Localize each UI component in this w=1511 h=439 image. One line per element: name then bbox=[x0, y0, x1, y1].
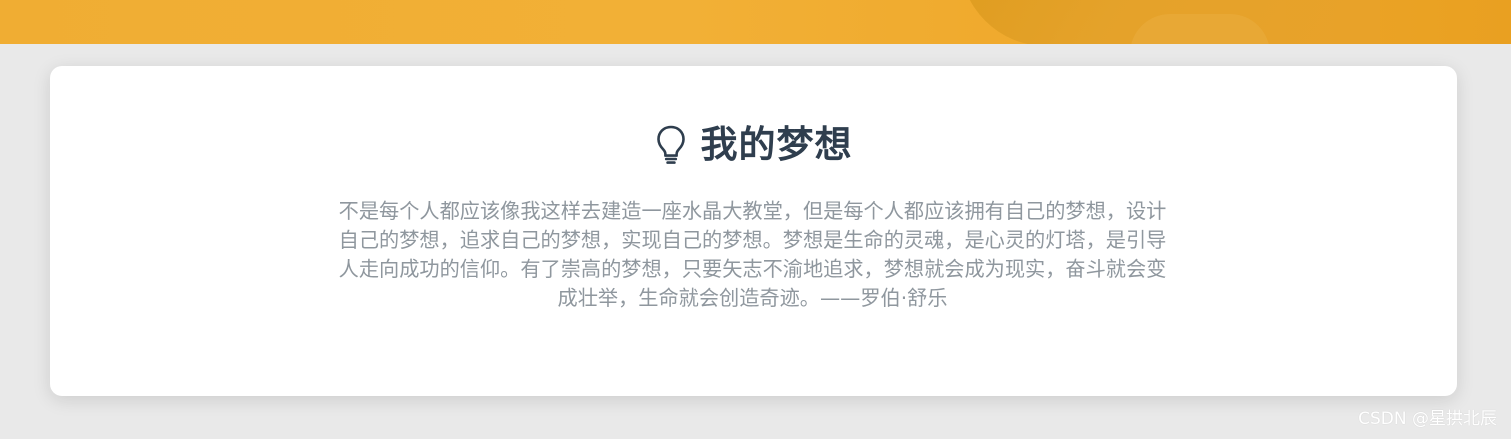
lightbulb-icon bbox=[656, 125, 685, 164]
section-title: 我的梦想 bbox=[700, 123, 853, 166]
dream-card: 我的梦想 不是每个人都应该像我这样去建造一座水晶大教堂，但是每个人都应该拥有自己… bbox=[50, 66, 1457, 396]
watermark-text: CSDN @星拱北辰 bbox=[1358, 409, 1497, 429]
card-header: 我的梦想 bbox=[50, 122, 1457, 168]
dream-quote-paragraph: 不是每个人都应该像我这样去建造一座水晶大教堂，但是每个人都应该拥有自己的梦想，设… bbox=[338, 199, 1167, 310]
header-banner bbox=[0, 0, 1511, 44]
banner-decoration-highlight bbox=[1130, 14, 1270, 44]
